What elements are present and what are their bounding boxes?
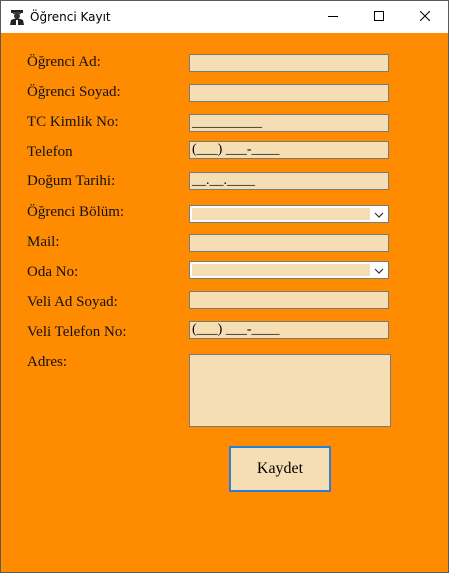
maximize-button[interactable] (356, 1, 402, 33)
student-icon (8, 8, 26, 26)
mail-input[interactable] (189, 234, 389, 252)
label-veli-ad-soyad: Veli Ad Soyad: (27, 294, 118, 310)
oda-no-value (192, 264, 370, 276)
window-title: Öğrenci Kayıt (30, 10, 111, 24)
label-ogrenci-soyad: Öğrenci Soyad: (27, 84, 121, 100)
label-veli-telefon: Veli Telefon No: (27, 324, 127, 340)
dogum-tarihi-input[interactable]: __.__.____ (189, 172, 389, 190)
label-dogum-tarihi: Doğum Tarihi: (27, 173, 116, 189)
ogrenci-bolum-select[interactable] (189, 205, 389, 223)
telefon-input[interactable]: (___) ___-____ (189, 141, 389, 159)
label-telefon: Telefon (27, 144, 73, 160)
title-bar[interactable]: Öğrenci Kayıt (1, 1, 448, 33)
maximize-icon (374, 10, 384, 24)
label-ogrenci-ad: Öğrenci Ad: (27, 54, 101, 70)
veli-telefon-input[interactable]: (___) ___-____ (189, 321, 389, 339)
label-ogrenci-bolum: Öğrenci Bölüm: (27, 204, 125, 220)
tc-kimlik-input[interactable]: __________ (189, 114, 389, 132)
ogrenci-ad-input[interactable] (189, 54, 389, 72)
ogrenci-soyad-input[interactable] (189, 84, 389, 102)
label-mail: Mail: (27, 234, 60, 250)
close-button[interactable] (402, 1, 448, 33)
minimize-icon (328, 10, 338, 24)
veli-ad-soyad-input[interactable] (189, 291, 389, 309)
close-icon (419, 10, 431, 24)
ogrenci-bolum-value (192, 208, 370, 220)
label-oda-no: Oda No: (27, 264, 79, 280)
minimize-button[interactable] (310, 1, 356, 33)
chevron-down-icon[interactable] (373, 265, 385, 277)
adres-textarea[interactable] (189, 354, 391, 427)
chevron-down-icon[interactable] (373, 209, 385, 221)
label-adres: Adres: (27, 354, 67, 370)
oda-no-select[interactable] (189, 261, 389, 279)
save-button[interactable]: Kaydet (229, 446, 331, 492)
app-window: Öğrenci Kayıt Öğrenci Ad: Öğrenci Soyad:… (0, 0, 449, 573)
label-tc-kimlik: TC Kimlik No: (27, 114, 119, 130)
form-area: Öğrenci Ad: Öğrenci Soyad: TC Kimlik No:… (1, 33, 448, 572)
